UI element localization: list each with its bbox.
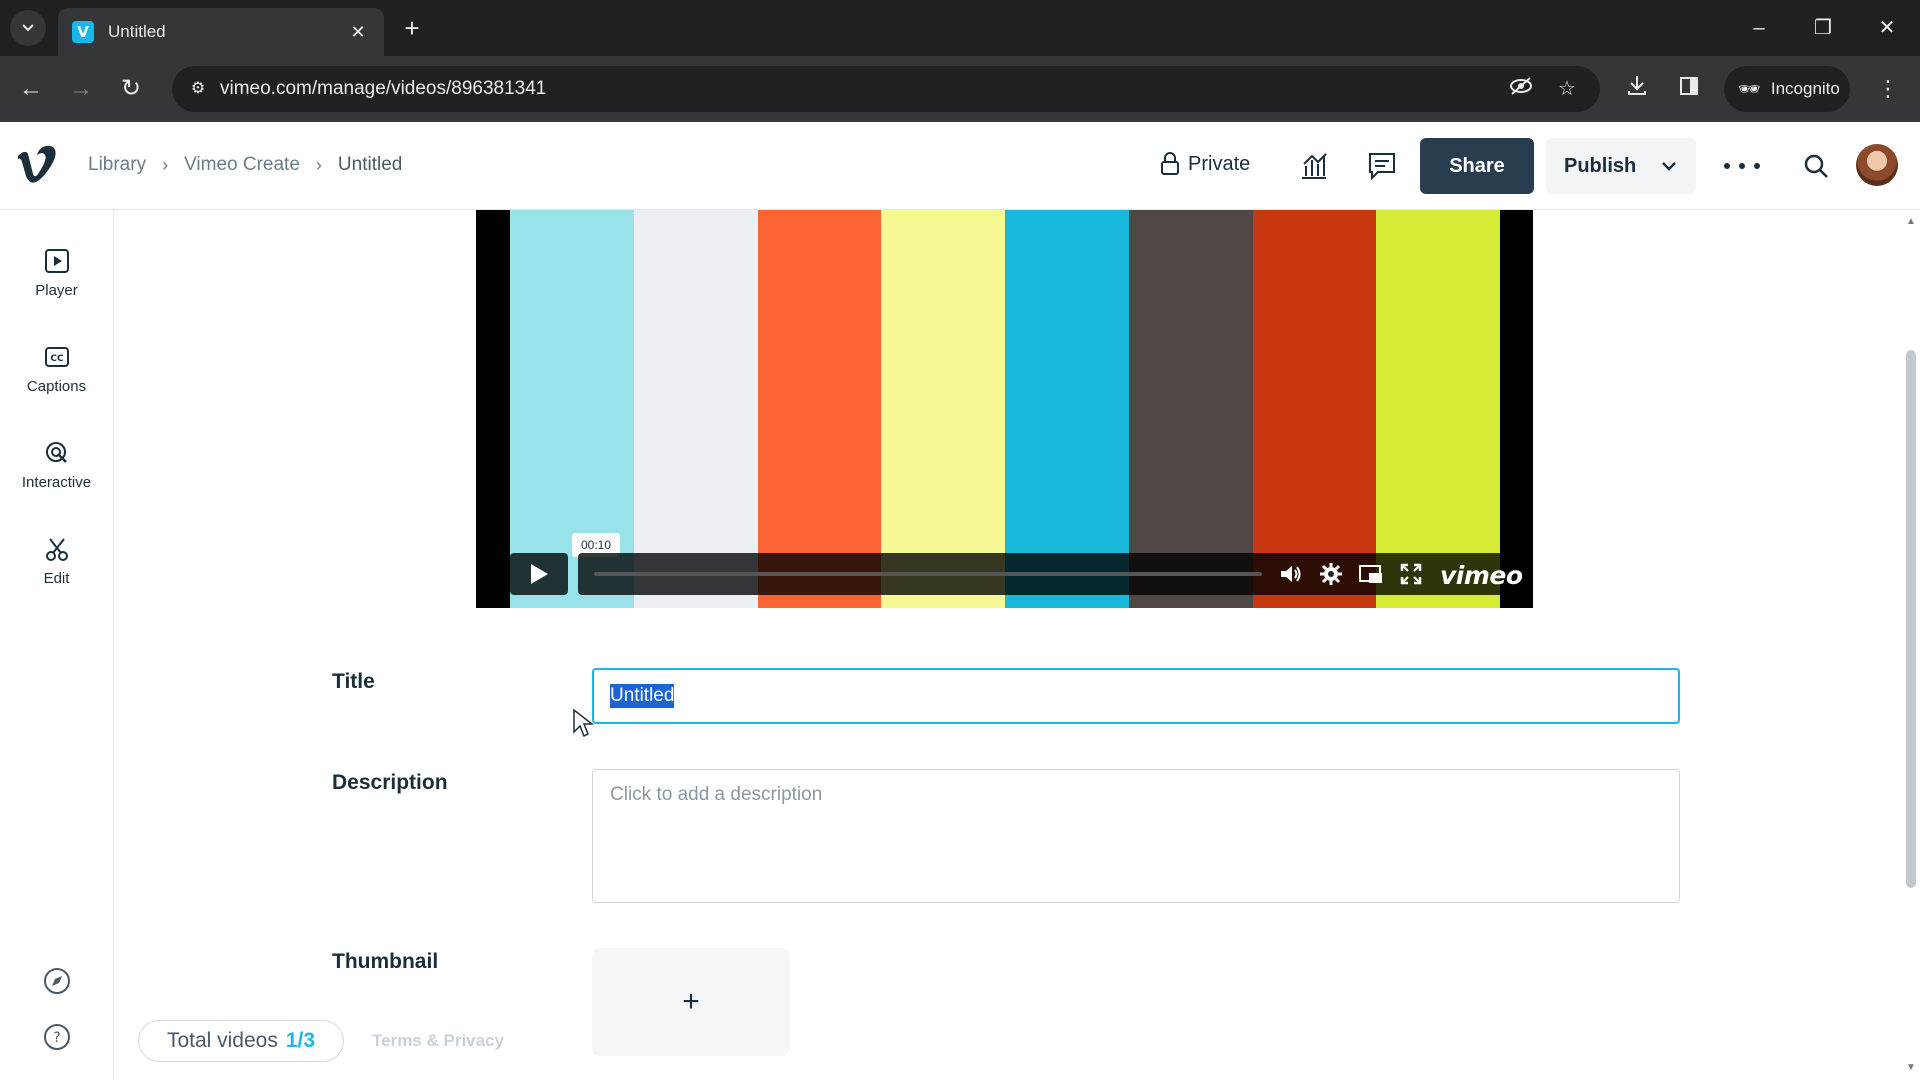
scissors-icon [45,538,68,561]
site-info-icon[interactable]: ⚙ [186,77,210,101]
analytics-icon[interactable] [1298,150,1330,182]
rail-label-edit: Edit [43,570,70,587]
privacy-button[interactable]: Private [1160,152,1250,176]
color-bar-7 [1252,210,1377,608]
address-bar[interactable]: ⚙ vimeo.com/manage/videos/896381341 ☆ [172,66,1600,112]
settings-gear-icon[interactable] [1318,562,1344,586]
breadcrumb-chevron-icon: › [162,154,169,175]
vimeo-favicon-icon: V [72,21,94,43]
description-input[interactable]: Click to add a description [592,769,1680,903]
publish-label: Publish [1564,154,1637,177]
video-player[interactable]: 00:10 vimeo [476,210,1533,608]
breadcrumb: Library › Vimeo Create › Untitled [88,154,402,176]
interactive-icon [45,442,67,463]
mouse-cursor-icon [573,708,594,738]
back-icon[interactable]: ← [16,74,46,104]
rail-label-player: Player [35,282,78,299]
lock-icon [1161,152,1179,175]
chevron-down-icon [22,24,34,32]
minimize-icon[interactable]: – [1744,14,1774,42]
download-icon[interactable] [1622,74,1652,104]
rail-item-interactive[interactable]: Interactive [0,440,113,518]
forward-icon[interactable]: → [66,74,96,104]
title-input[interactable]: Untitled [592,668,1680,724]
color-bar-5 [1005,210,1129,608]
avatar[interactable] [1856,144,1898,186]
rail-label-captions: Captions [26,378,87,395]
scroll-thumb[interactable] [1906,350,1916,888]
window-close-icon[interactable]: ✕ [1872,14,1902,42]
rail-label-interactive: Interactive [21,474,92,491]
search-icon[interactable] [1800,150,1832,182]
svg-text:?: ? [53,1030,60,1046]
new-tab-button[interactable]: + [398,14,426,42]
captions-icon: CC [44,347,69,367]
tab-title: Untitled [108,22,166,41]
left-rail: Player CC Captions Interactive Edit ? [0,210,114,1080]
volume-icon[interactable] [1278,562,1304,586]
breadcrumb-library[interactable]: Library [88,154,146,176]
color-bar-2 [633,210,758,608]
title-value: Untitled [610,684,675,708]
color-bar-6 [1128,210,1253,608]
app-header: Library › Vimeo Create › Untitled Privat… [0,122,1920,210]
terms-privacy-link[interactable]: Terms & Privacy [372,1031,504,1051]
breadcrumb-current: Untitled [337,154,403,175]
more-options-icon[interactable] [1724,150,1760,182]
eye-off-icon[interactable] [1508,76,1534,102]
incognito-label: Incognito [1770,79,1840,98]
privacy-label: Private [1188,152,1251,175]
rail-item-edit[interactable]: Edit [0,536,113,614]
description-label: Description [332,771,448,794]
total-videos-badge[interactable]: Total videos 1/3 [138,1020,344,1062]
incognito-icon: 🕶 [1738,78,1761,99]
side-panel-icon[interactable] [1674,74,1704,104]
play-icon [531,564,548,584]
reload-icon[interactable]: ↻ [116,74,146,104]
publish-button[interactable]: Publish [1546,138,1696,194]
tab-search-button[interactable] [10,10,46,46]
player-controls: vimeo [578,553,1523,595]
breadcrumb-vimeo-create[interactable]: Vimeo Create [184,154,300,176]
progress-bar[interactable] [594,572,1262,576]
total-videos-label: Total videos [166,1029,278,1052]
color-bar-8 [1376,210,1500,608]
comments-icon[interactable] [1366,150,1398,182]
scroll-up-icon[interactable]: ▲ [1904,216,1918,228]
vimeo-brand-link[interactable]: vimeo [1440,561,1523,590]
chevron-down-icon [1662,162,1676,171]
page-scrollbar[interactable]: ▲ ▼ [1902,210,1920,1080]
restore-icon[interactable]: ❐ [1808,14,1838,42]
browser-menu-icon[interactable]: ⋮ [1876,74,1900,104]
share-button[interactable]: Share [1420,138,1534,194]
player-icon [44,249,69,273]
help-icon[interactable]: ? [42,1022,72,1052]
url-text: vimeo.com/manage/videos/896381341 [220,78,547,99]
incognito-indicator[interactable]: 🕶 Incognito [1724,66,1850,112]
color-bar-4 [881,210,1005,608]
play-button[interactable] [510,553,568,595]
scroll-down-icon[interactable]: ▼ [1904,1062,1918,1074]
breadcrumb-chevron-icon: › [315,154,322,175]
add-thumbnail-button[interactable]: + [592,948,790,1056]
bookmark-star-icon[interactable]: ☆ [1554,76,1580,102]
vimeo-logo-icon[interactable] [14,142,58,186]
color-bar-3 [757,210,882,608]
compass-icon[interactable] [42,966,72,996]
thumbnail-label: Thumbnail [332,950,439,973]
picture-in-picture-icon[interactable] [1358,562,1384,586]
tab-close-icon[interactable]: ✕ [346,22,370,43]
browser-toolbar: ← → ↻ ⚙ vimeo.com/manage/videos/89638134… [0,56,1920,122]
rail-item-player[interactable]: Player [0,248,113,326]
browser-tab[interactable]: V Untitled ✕ [58,8,384,56]
rail-item-captions[interactable]: CC Captions [0,344,113,422]
title-label: Title [332,670,375,693]
total-videos-count: 1/3 [285,1029,316,1052]
fullscreen-icon[interactable] [1398,562,1424,586]
browser-tabstrip: V Untitled ✕ + – ❐ ✕ [0,0,1920,56]
svg-text:CC: CC [50,354,64,364]
color-bars [510,210,1500,608]
